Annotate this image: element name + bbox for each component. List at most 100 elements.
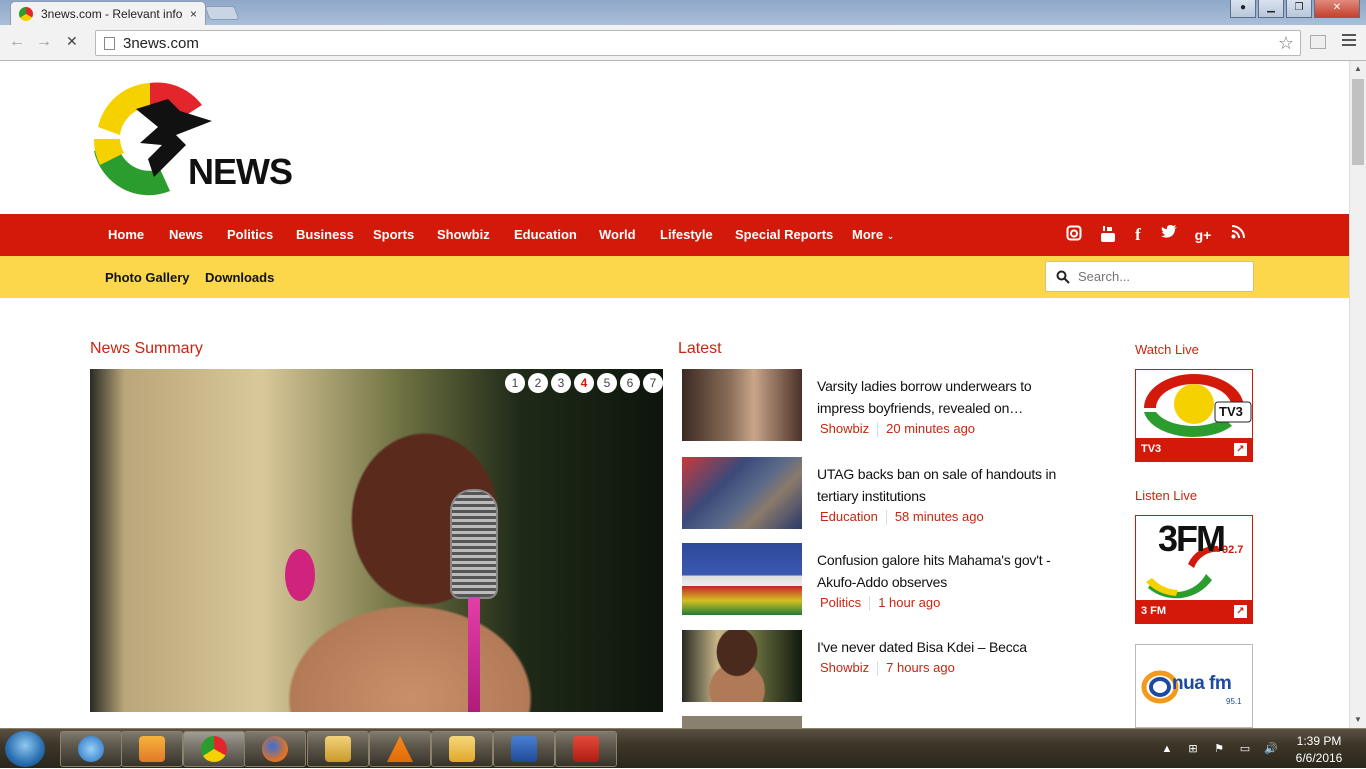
page-scrollbar[interactable]: ▲ ▼ bbox=[1349, 61, 1366, 728]
action-center-icon[interactable]: ⚑ bbox=[1212, 742, 1226, 756]
nav-item-news[interactable]: News bbox=[169, 214, 203, 256]
file-explorer-icon[interactable] bbox=[307, 731, 369, 767]
nav-item-sports[interactable]: Sports bbox=[373, 214, 414, 256]
minimize-button[interactable]: ▁ bbox=[1258, 0, 1284, 18]
windows-flag-icon[interactable]: ⊞ bbox=[1186, 742, 1200, 756]
news-title[interactable]: UTAG backs ban on sale of handouts in te… bbox=[817, 463, 1057, 507]
word-icon[interactable] bbox=[493, 731, 555, 767]
list-item[interactable]: Confusion galore hits Mahama's gov't - A… bbox=[682, 543, 1102, 615]
network-icon[interactable]: ▭ bbox=[1238, 742, 1252, 756]
news-summary-slider[interactable]: 1 2 3 4 5 6 7 bbox=[90, 369, 663, 712]
page-viewport: NEWS Home News Politics Business Sports … bbox=[0, 61, 1349, 728]
address-url[interactable]: 3news.com bbox=[123, 35, 1278, 52]
list-item[interactable]: UTAG backs ban on sale of handouts in te… bbox=[682, 457, 1102, 529]
pdf-reader-icon[interactable] bbox=[555, 731, 617, 767]
news-thumbnail[interactable] bbox=[682, 457, 802, 529]
list-item[interactable]: Varsity ladies borrow underwears to impr… bbox=[682, 369, 1102, 441]
stop-loading-icon[interactable]: ✕ bbox=[66, 33, 78, 50]
slider-page-1[interactable]: 1 bbox=[505, 373, 525, 393]
news-thumbnail[interactable] bbox=[682, 543, 802, 615]
browser-menu-icon[interactable] bbox=[1342, 34, 1356, 49]
watch-live-title: Watch Live bbox=[1135, 342, 1199, 357]
subnav-item-downloads[interactable]: Downloads bbox=[205, 256, 274, 298]
3fm-frequency: 92.7 bbox=[1222, 544, 1244, 556]
news-title[interactable]: Varsity ladies borrow underwears to impr… bbox=[817, 375, 1057, 419]
scroll-down-icon[interactable]: ▼ bbox=[1350, 712, 1366, 728]
tab-title: 3news.com - Relevant info bbox=[41, 7, 183, 21]
forward-icon[interactable]: → bbox=[36, 33, 52, 51]
tab-close-icon[interactable]: × bbox=[190, 7, 197, 21]
slider-page-3[interactable]: 3 bbox=[551, 373, 571, 393]
search-icon[interactable] bbox=[1056, 270, 1070, 284]
instagram-icon[interactable] bbox=[1064, 225, 1084, 245]
user-icon[interactable]: ● bbox=[1230, 0, 1256, 18]
page-icon bbox=[104, 36, 115, 50]
news-title[interactable]: Confusion galore hits Mahama's gov't - A… bbox=[817, 549, 1057, 593]
search-input[interactable] bbox=[1078, 269, 1238, 284]
media-player-icon[interactable] bbox=[121, 731, 183, 767]
nav-item-world[interactable]: World bbox=[599, 214, 636, 256]
tv3-logo-text: TV3 bbox=[1219, 404, 1243, 419]
slider-page-4[interactable]: 4 bbox=[574, 373, 594, 393]
scroll-up-icon[interactable]: ▲ bbox=[1350, 61, 1366, 77]
external-link-icon[interactable]: ↗ bbox=[1234, 443, 1247, 456]
chrome-icon[interactable] bbox=[183, 731, 245, 767]
nav-item-lifestyle[interactable]: Lifestyle bbox=[660, 214, 713, 256]
slider-image-microphone bbox=[450, 489, 498, 599]
new-tab-button[interactable] bbox=[204, 6, 240, 20]
scrollbar-thumb[interactable] bbox=[1352, 79, 1364, 165]
news-category[interactable]: Showbiz bbox=[820, 660, 869, 675]
slider-page-7[interactable]: 7 bbox=[643, 373, 663, 393]
onua-fm-live-box[interactable]: nua fm 95.1 bbox=[1135, 644, 1253, 728]
back-icon[interactable]: ← bbox=[9, 33, 25, 51]
start-button[interactable] bbox=[5, 731, 45, 767]
news-thumbnail[interactable] bbox=[682, 369, 802, 441]
nav-item-education[interactable]: Education bbox=[514, 214, 577, 256]
rss-icon[interactable] bbox=[1228, 225, 1248, 245]
nav-item-more[interactable]: More ⌄ bbox=[852, 214, 894, 256]
subnav-item-photo-gallery[interactable]: Photo Gallery bbox=[105, 256, 190, 298]
news-thumbnail[interactable] bbox=[682, 630, 802, 702]
nav-item-home[interactable]: Home bbox=[108, 214, 144, 256]
list-item[interactable]: I've never dated Bisa Kdei – Becca Showb… bbox=[682, 630, 1102, 702]
nav-item-politics[interactable]: Politics bbox=[227, 214, 273, 256]
clock-date: 6/6/2016 bbox=[1295, 751, 1343, 765]
maximize-button[interactable]: ❐ bbox=[1286, 0, 1312, 18]
tv3-live-box[interactable]: TV3 TV3 ↗ bbox=[1135, 369, 1253, 462]
news-time: 20 minutes ago bbox=[886, 421, 976, 436]
news-category[interactable]: Education bbox=[820, 509, 878, 524]
external-link-icon[interactable]: ↗ bbox=[1234, 605, 1247, 618]
news-category[interactable]: Showbiz bbox=[820, 421, 869, 436]
news-category[interactable]: Politics bbox=[820, 595, 861, 610]
news-thumbnail[interactable] bbox=[682, 716, 802, 728]
slider-page-6[interactable]: 6 bbox=[620, 373, 640, 393]
site-logo[interactable]: NEWS bbox=[90, 79, 293, 199]
slider-page-2[interactable]: 2 bbox=[528, 373, 548, 393]
nav-item-showbiz[interactable]: Showbiz bbox=[437, 214, 490, 256]
browser-tab-active[interactable]: 3news.com - Relevant info × bbox=[10, 1, 206, 26]
news-meta: Showbiz 20 minutes ago bbox=[820, 421, 976, 438]
list-item[interactable] bbox=[682, 716, 1102, 728]
close-window-button[interactable]: ✕ bbox=[1314, 0, 1360, 18]
facebook-icon[interactable]: f bbox=[1128, 225, 1148, 245]
nav-item-special-reports[interactable]: Special Reports bbox=[735, 214, 833, 256]
taskbar-clock[interactable]: 1:39 PM 6/6/2016 bbox=[1284, 733, 1354, 767]
internet-explorer-icon[interactable] bbox=[60, 731, 122, 767]
browser-titlebar: 3news.com - Relevant info × ● ▁ ❐ ✕ bbox=[0, 0, 1366, 26]
3fm-live-box[interactable]: 3FM 92.7 3 FM ↗ bbox=[1135, 515, 1253, 624]
extension-icon[interactable] bbox=[1310, 35, 1326, 49]
tray-expand-icon[interactable]: ▲ bbox=[1160, 742, 1174, 756]
nav-item-business[interactable]: Business bbox=[296, 214, 354, 256]
news-title[interactable]: I've never dated Bisa Kdei – Becca bbox=[817, 636, 1057, 658]
outlook-icon[interactable] bbox=[431, 731, 493, 767]
youtube-icon[interactable] bbox=[1098, 225, 1118, 245]
firefox-icon[interactable] bbox=[244, 731, 306, 767]
nav-more-label: More bbox=[852, 227, 884, 242]
vlc-icon[interactable] bbox=[369, 731, 431, 767]
slider-page-5[interactable]: 5 bbox=[597, 373, 617, 393]
bookmark-star-icon[interactable]: ☆ bbox=[1278, 33, 1294, 54]
volume-icon[interactable]: 🔊 bbox=[1264, 742, 1278, 756]
address-bar[interactable]: 3news.com ☆ bbox=[95, 30, 1301, 56]
google-plus-icon[interactable]: g+ bbox=[1193, 225, 1213, 245]
twitter-icon[interactable] bbox=[1159, 224, 1179, 245]
